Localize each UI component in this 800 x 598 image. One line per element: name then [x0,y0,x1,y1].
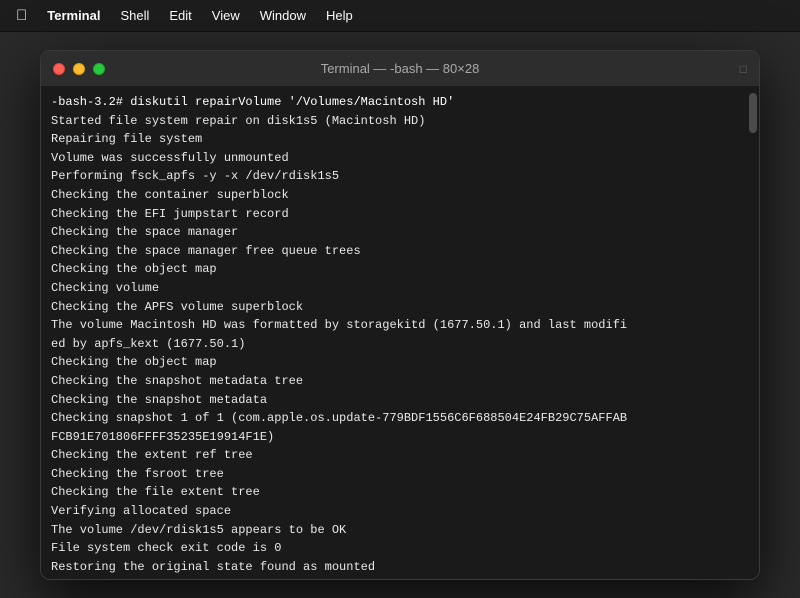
menu-shell[interactable]: Shell [112,6,157,25]
menu-bar:  Terminal Shell Edit View Window Help [0,0,800,32]
close-button[interactable] [53,63,65,75]
menu-terminal[interactable]: Terminal [39,6,108,25]
maximize-button[interactable] [93,63,105,75]
menu-view[interactable]: View [204,6,248,25]
title-bar: Terminal — -bash — 80×28 □ [41,51,759,87]
minimize-button[interactable] [73,63,85,75]
traffic-lights [53,63,105,75]
menu-edit[interactable]: Edit [161,6,199,25]
terminal-window: Terminal — -bash — 80×28 □ -bash-3.2# di… [40,50,760,580]
resize-icon: □ [740,62,747,76]
menu-window[interactable]: Window [252,6,314,25]
window-title: Terminal — -bash — 80×28 [321,61,480,76]
scrollbar[interactable] [749,93,757,133]
desktop-area: Terminal — -bash — 80×28 □ -bash-3.2# di… [0,32,800,598]
menu-help[interactable]: Help [318,6,361,25]
apple-logo-icon[interactable]:  [8,7,35,24]
command-line: -bash-3.2# diskutil repairVolume '/Volum… [51,95,454,109]
terminal-content[interactable]: -bash-3.2# diskutil repairVolume '/Volum… [41,87,759,579]
terminal-output: -bash-3.2# diskutil repairVolume '/Volum… [51,93,749,579]
